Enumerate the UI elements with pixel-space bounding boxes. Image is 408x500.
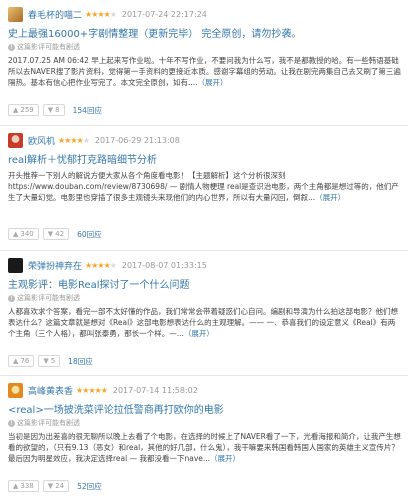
- warning-icon: !: [8, 419, 15, 427]
- expand-link[interactable]: （展开）: [198, 78, 228, 87]
- thumbs-up-icon: ▲: [13, 357, 19, 365]
- review-body: 开头推荐一下别人的解说方便大家从各个角度看电影！【主题解析】这个分析很深刻 ht…: [8, 171, 399, 202]
- downvote-button[interactable]: ▼ 8: [42, 104, 65, 116]
- review-body: 当初是因为出差喜的很无聊所以晚上去看了个电影，在选择的时候上了NAVER看了一下…: [8, 432, 401, 463]
- downvote-button[interactable]: ▼ 42: [42, 228, 70, 240]
- review-body: 人都喜欢求个答案，看完一部不太好懂的作品，我们常常会带着疑惑们心自问。编剧和导演…: [8, 307, 398, 338]
- rating-stars: ★★★★★: [76, 385, 108, 395]
- author-name[interactable]: 欧风机: [28, 134, 55, 147]
- spoiler-notice: ! 这篇影评可能有剧透: [8, 418, 80, 428]
- author-name[interactable]: 高峰黄表香: [28, 384, 73, 397]
- review-item: 欧风机 ★★★★★ 2017-06-29 21:13:08 real解析＋忧郁打…: [0, 126, 408, 251]
- spoiler-notice: ! 这篇影评可能有剧透: [8, 293, 80, 303]
- upvote-button[interactable]: ▲ 340: [8, 228, 39, 240]
- expand-link[interactable]: （展开）: [184, 329, 214, 338]
- expand-link[interactable]: （展开）: [210, 454, 240, 463]
- review-header: 春毛杯的喵二 ★★★★★ 2017-07-24 22:17:24: [8, 6, 207, 22]
- downvote-button[interactable]: ▼ 5: [38, 355, 61, 367]
- review-actions: ▲ 338 ▼ 24 52回应: [8, 480, 102, 492]
- expand-link[interactable]: （展开）: [315, 193, 345, 202]
- rating-stars: ★★★★★: [85, 260, 117, 270]
- review-title[interactable]: real解析＋忧郁打克路暗细节分析: [8, 151, 157, 166]
- review-title[interactable]: <real>一场披洗菜评论拉低警商再打欧你的电影: [8, 401, 224, 416]
- reply-link[interactable]: 52回应: [77, 481, 102, 492]
- thumbs-up-icon: ▲: [13, 482, 19, 490]
- avatar[interactable]: [8, 6, 23, 22]
- reply-link[interactable]: 154回应: [73, 105, 102, 116]
- upvote-button[interactable]: ▲ 338: [8, 480, 39, 492]
- review-header: 欧风机 ★★★★★ 2017-06-29 21:13:08: [8, 132, 180, 148]
- avatar[interactable]: [8, 257, 23, 273]
- thumbs-down-icon: ▼: [43, 357, 49, 365]
- author-name[interactable]: 荣弹扮神弃在: [28, 259, 82, 272]
- spoiler-notice: ! 这篇影评可能有剧透: [8, 42, 80, 52]
- review-actions: ▲ 259 ▼ 8 154回应: [8, 104, 102, 116]
- upvote-button[interactable]: ▲ 259: [8, 104, 39, 116]
- reply-link[interactable]: 60回应: [77, 229, 102, 240]
- thumbs-up-icon: ▲: [13, 230, 19, 238]
- thumbs-down-icon: ▼: [47, 106, 54, 114]
- avatar[interactable]: [8, 132, 23, 148]
- review-item: 高峰黄表香 ★★★★★ 2017-07-14 11:58:02 <real>一场…: [0, 376, 408, 500]
- review-date: 2017-07-14 11:58:02: [112, 385, 198, 395]
- thumbs-up-icon: ▲: [13, 106, 19, 114]
- thumbs-down-icon: ▼: [47, 482, 54, 490]
- review-item: 荣弹扮神弃在 ★★★★★ 2017-08-07 01:33:15 主观影评：电影…: [0, 251, 408, 376]
- author-name[interactable]: 春毛杯的喵二: [28, 8, 82, 21]
- downvote-button[interactable]: ▼ 24: [42, 480, 70, 492]
- review-header: 荣弹扮神弃在 ★★★★★ 2017-08-07 01:33:15: [8, 257, 207, 273]
- warning-icon: !: [8, 294, 15, 302]
- review-body: 2017.07.25 AM 06:42 早上起来写作业啦。十年不写作业，不要问我…: [8, 56, 401, 87]
- review-header: 高峰黄表香 ★★★★★ 2017-07-14 11:58:02: [8, 382, 198, 398]
- review-title[interactable]: 主观影评：电影Real探讨了一个什么问题: [8, 276, 190, 291]
- thumbs-down-icon: ▼: [47, 230, 54, 238]
- avatar[interactable]: [8, 382, 23, 398]
- review-item: 春毛杯的喵二 ★★★★★ 2017-07-24 22:17:24 史上最强160…: [0, 0, 408, 126]
- review-title[interactable]: 史上最强16000+字剧情整理（更新完毕） 完全原创，请勿抄袭。: [8, 25, 301, 40]
- review-actions: ▲ 76 ▼ 5 18回应: [8, 355, 93, 367]
- warning-icon: !: [8, 43, 15, 51]
- review-date: 2017-08-07 01:33:15: [121, 260, 207, 270]
- upvote-button[interactable]: ▲ 76: [8, 355, 35, 367]
- rating-stars: ★★★★★: [58, 135, 90, 145]
- review-date: 2017-07-24 22:17:24: [121, 9, 207, 19]
- review-date: 2017-06-29 21:13:08: [94, 135, 180, 145]
- review-actions: ▲ 340 ▼ 42 60回应: [8, 228, 102, 240]
- rating-stars: ★★★★★: [85, 9, 117, 19]
- reply-link[interactable]: 18回应: [68, 356, 93, 367]
